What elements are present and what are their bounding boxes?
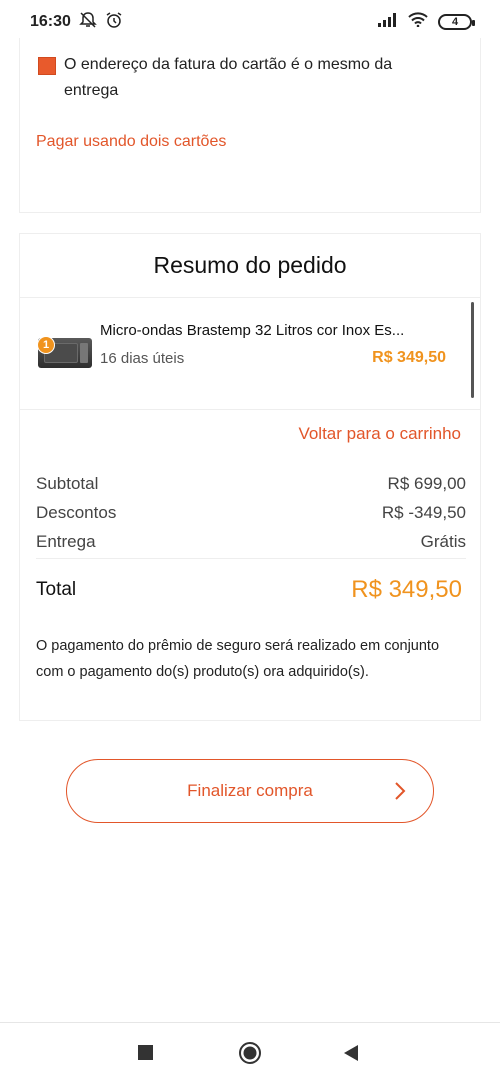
same-address-option[interactable]: O endereço da fatura do cartão é o mesmo… bbox=[38, 56, 444, 104]
quantity-badge: 1 bbox=[37, 336, 55, 354]
discount-label: Descontos bbox=[36, 503, 117, 522]
finish-purchase-label: Finalizar compra bbox=[187, 781, 313, 800]
discount-row: Descontos R$ -349,50 bbox=[36, 503, 466, 523]
summary-title: Resumo do pedido bbox=[20, 234, 480, 298]
total-label: Total bbox=[36, 579, 77, 600]
finish-purchase-button[interactable]: Finalizar compra bbox=[66, 759, 434, 823]
subtotal-label: Subtotal bbox=[36, 474, 99, 493]
battery-icon: 4 bbox=[438, 14, 475, 30]
item-list-scrollbar[interactable] bbox=[471, 302, 474, 398]
totals-divider bbox=[36, 558, 466, 559]
product-name: Micro-ondas Brastemp 32 Litros cor Inox … bbox=[100, 322, 405, 339]
bell-off-icon bbox=[79, 11, 97, 34]
same-address-label: O endereço da fatura do cartão é o mesmo… bbox=[64, 56, 393, 99]
total-value: R$ 349,50 bbox=[351, 576, 462, 603]
cart-item: 1 Micro-ondas Brastemp 32 Litros cor Ino… bbox=[20, 298, 480, 410]
product-image-panel bbox=[80, 343, 88, 363]
status-left: 16:30 bbox=[30, 11, 123, 34]
chevron-right-icon bbox=[393, 780, 407, 807]
same-address-checkbox[interactable] bbox=[38, 57, 56, 75]
total-row: Total R$ 349,50 bbox=[36, 576, 466, 604]
shipping-row: Entrega Grátis bbox=[36, 532, 466, 552]
billing-card: O endereço da fatura do cartão é o mesmo… bbox=[19, 38, 481, 213]
product-price: R$ 349,50 bbox=[372, 349, 446, 366]
shipping-value: Grátis bbox=[420, 532, 466, 551]
shipping-label: Entrega bbox=[36, 532, 96, 551]
square-icon[interactable] bbox=[138, 1045, 154, 1066]
back-to-cart-link[interactable]: Voltar para o carrinho bbox=[298, 424, 461, 444]
subtotal-value: R$ 699,00 bbox=[387, 474, 466, 493]
two-cards-link[interactable]: Pagar usando dois cartões bbox=[36, 133, 226, 151]
insurance-note: O pagamento do prêmio de seguro será rea… bbox=[36, 638, 440, 680]
status-right: 4 bbox=[378, 12, 475, 32]
wifi-icon bbox=[408, 12, 428, 32]
navigation-bar bbox=[0, 1022, 500, 1082]
status-time: 16:30 bbox=[30, 13, 71, 30]
battery-level: 4 bbox=[451, 16, 459, 28]
discount-value: R$ -349,50 bbox=[381, 503, 466, 522]
alarm-icon bbox=[105, 11, 123, 34]
triangle-back-icon[interactable] bbox=[342, 1044, 360, 1067]
signal-icon bbox=[378, 12, 398, 32]
delivery-time: 16 dias úteis bbox=[100, 350, 185, 367]
subtotal-row: Subtotal R$ 699,00 bbox=[36, 474, 466, 494]
order-summary-card: Resumo do pedido 1 Micro-ondas Brastemp … bbox=[19, 233, 481, 721]
circle-icon[interactable] bbox=[238, 1041, 262, 1070]
